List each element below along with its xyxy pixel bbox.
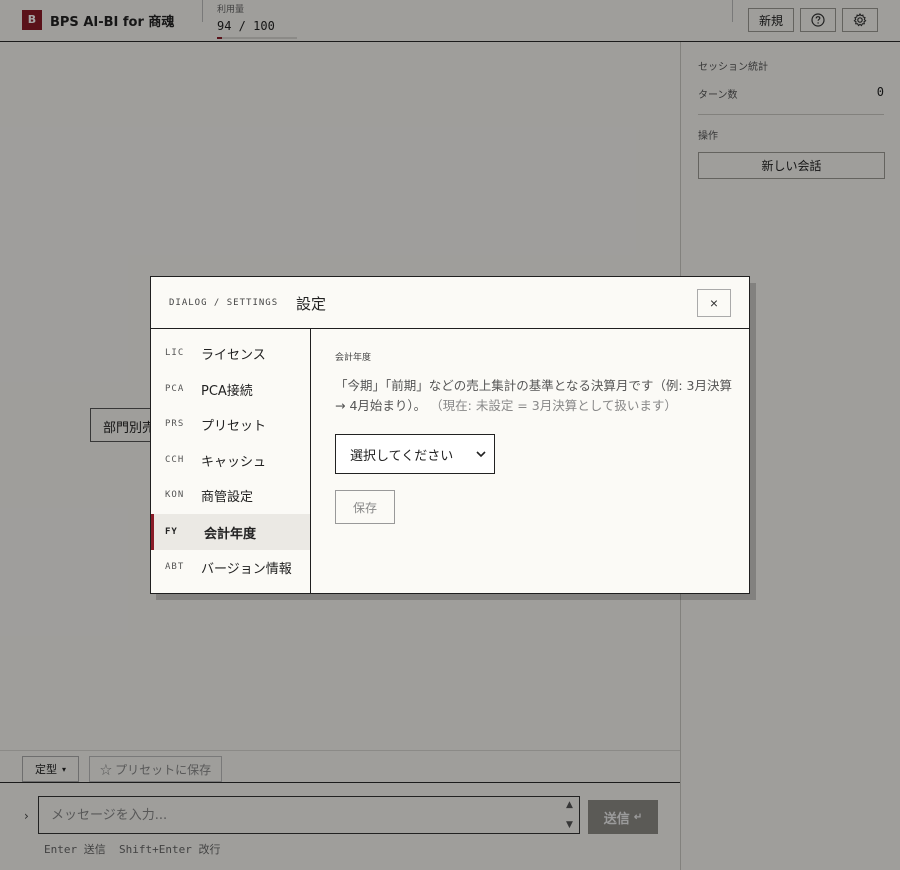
save-button[interactable]: 保存 bbox=[335, 490, 395, 524]
nav-code: LIC bbox=[165, 348, 185, 358]
nav-item-presets[interactable]: PRS プリセット bbox=[151, 406, 310, 442]
fiscal-year-panel: 会計年度 「今期」「前期」などの売上集計の基準となる決算月です（例: 3月決算 … bbox=[312, 330, 749, 592]
close-button[interactable]: × bbox=[697, 289, 731, 317]
nav-code: FY bbox=[165, 527, 178, 537]
dialog-breadcrumb: DIALOG / SETTINGS bbox=[169, 298, 279, 308]
description-note: （現在: 未設定 = 3月決算として扱います） bbox=[430, 398, 677, 413]
nav-item-pca[interactable]: PCA PCA接続 bbox=[151, 371, 310, 407]
nav-label: 会計年度 bbox=[204, 526, 257, 542]
nav-label: 商管設定 bbox=[201, 489, 254, 505]
nav-code: KON bbox=[165, 490, 185, 500]
settings-dialog: DIALOG / SETTINGS 設定 × LIC ライセンス PCA PCA… bbox=[150, 276, 750, 594]
nav-label: バージョン情報 bbox=[201, 561, 292, 577]
chevron-down-icon bbox=[476, 451, 486, 458]
nav-item-cache[interactable]: CCH キャッシュ bbox=[151, 442, 310, 478]
settings-nav: LIC ライセンス PCA PCA接続 PRS プリセット CCH キャッシュ … bbox=[151, 329, 311, 593]
nav-item-shokan[interactable]: KON 商管設定 bbox=[151, 477, 310, 513]
nav-label: キャッシュ bbox=[201, 454, 267, 470]
dialog-title: 設定 bbox=[296, 295, 327, 313]
fiscal-year-description: 「今期」「前期」などの売上集計の基準となる決算月です（例: 3月決算 → 4月始… bbox=[335, 376, 735, 416]
nav-code: CCH bbox=[165, 455, 185, 465]
nav-item-fiscal-year[interactable]: FY 会計年度 bbox=[151, 514, 310, 550]
nav-item-license[interactable]: LIC ライセンス bbox=[151, 335, 310, 371]
close-icon: × bbox=[709, 295, 719, 311]
dialog-header: DIALOG / SETTINGS 設定 × bbox=[151, 277, 749, 329]
section-label: 会計年度 bbox=[335, 353, 372, 363]
nav-label: プリセット bbox=[201, 418, 267, 434]
nav-code: PRS bbox=[165, 419, 185, 429]
nav-code: ABT bbox=[165, 562, 185, 572]
nav-label: PCA接続 bbox=[201, 383, 253, 399]
nav-code: PCA bbox=[165, 384, 185, 394]
select-value: 選択してください bbox=[350, 448, 454, 464]
nav-label: ライセンス bbox=[201, 347, 266, 363]
nav-item-version[interactable]: ABT バージョン情報 bbox=[151, 549, 310, 585]
fiscal-month-select[interactable]: 選択してください bbox=[335, 434, 495, 474]
